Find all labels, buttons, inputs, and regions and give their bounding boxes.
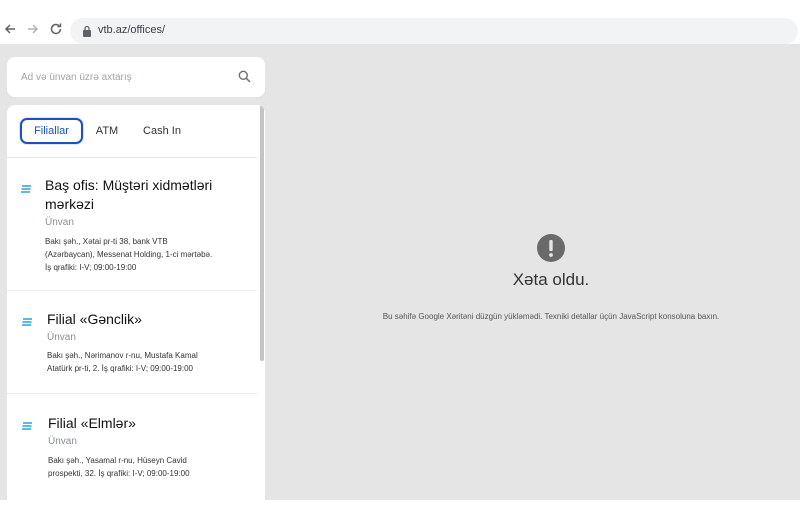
office-title: Baş ofis: Müştəri xidmətləri (45, 177, 213, 193)
reload-icon (50, 23, 62, 35)
tab-cash-in[interactable]: Cash In (137, 118, 187, 144)
office-address: Bakı şəh., Xətai pr-ti 38, bank VTB (45, 237, 168, 246)
back-arrow-icon (4, 24, 15, 34)
map-error-message: Bu səhifə Google Xəritəni düzgün yükləmə… (382, 312, 720, 321)
forward-button[interactable] (25, 21, 41, 37)
office-address-label: Ünvan (47, 332, 76, 343)
office-address: Bakı şəh., Yasamal r-nu, Hüseyn Cavid (48, 456, 187, 465)
office-title: Filial «Elmlər» (48, 415, 136, 431)
error-exclamation-icon (537, 234, 565, 262)
offices-panel: Filiallar ATM Cash In Baş ofis: Müştəri … (7, 105, 265, 500)
office-address: prospekti, 32. İş qrafiki: I-V; 09:00-19… (48, 469, 190, 478)
office-title: Filial «Gənclik» (47, 311, 142, 327)
office-address-label: Ünvan (45, 217, 74, 228)
office-type-tabs: Filiallar ATM Cash In (7, 105, 257, 158)
url-text: vtb.az/offices/ (98, 24, 166, 36)
office-list-item[interactable]: Filial «Elmlər» Ünvan Bakı şəh., Yasamal… (7, 395, 257, 500)
page-bottom (0, 500, 800, 526)
vtb-logo-icon (22, 422, 32, 430)
search-input[interactable] (21, 67, 221, 87)
reload-button[interactable] (48, 21, 64, 37)
address-bar[interactable]: vtb.az/offices/ (70, 18, 798, 44)
office-list-item[interactable]: Filial «Gənclik» Ünvan Bakı şəh., Nərima… (7, 292, 257, 394)
office-address: Bakı şəh., Nərimanov r-nu, Mustafa Kamal (47, 351, 198, 360)
office-address: Atatürk pr-ti, 2. İş qrafiki: I-V; 09:00… (47, 364, 193, 373)
office-title: mərkəzi (45, 196, 95, 212)
tab-atm[interactable]: ATM (91, 118, 123, 144)
office-list-item[interactable]: Baş ofis: Müştəri xidmətləri mərkəzi Ünv… (7, 159, 257, 291)
vtb-logo-icon (22, 318, 32, 326)
search-icon[interactable] (238, 70, 251, 83)
forward-arrow-icon (28, 24, 39, 34)
panel-scrollbar[interactable] (260, 105, 264, 361)
search-box (7, 57, 265, 97)
office-hours: İş qrafiki: I-V; 09:00-19:00 (45, 263, 137, 272)
lock-icon (83, 25, 91, 37)
office-address-label: Ünvan (48, 436, 77, 447)
tab-filiallar[interactable]: Filiallar (20, 118, 83, 144)
back-button[interactable] (2, 21, 18, 37)
office-address: (Azərbaycan), Messenat Holding, 1-ci mər… (45, 250, 213, 259)
browser-toolbar: vtb.az/offices/ (0, 0, 800, 44)
map-error-title: Xəta oldu. (512, 270, 590, 289)
map-page: Filiallar ATM Cash In Baş ofis: Müştəri … (0, 44, 800, 500)
vtb-logo-icon (21, 185, 31, 193)
